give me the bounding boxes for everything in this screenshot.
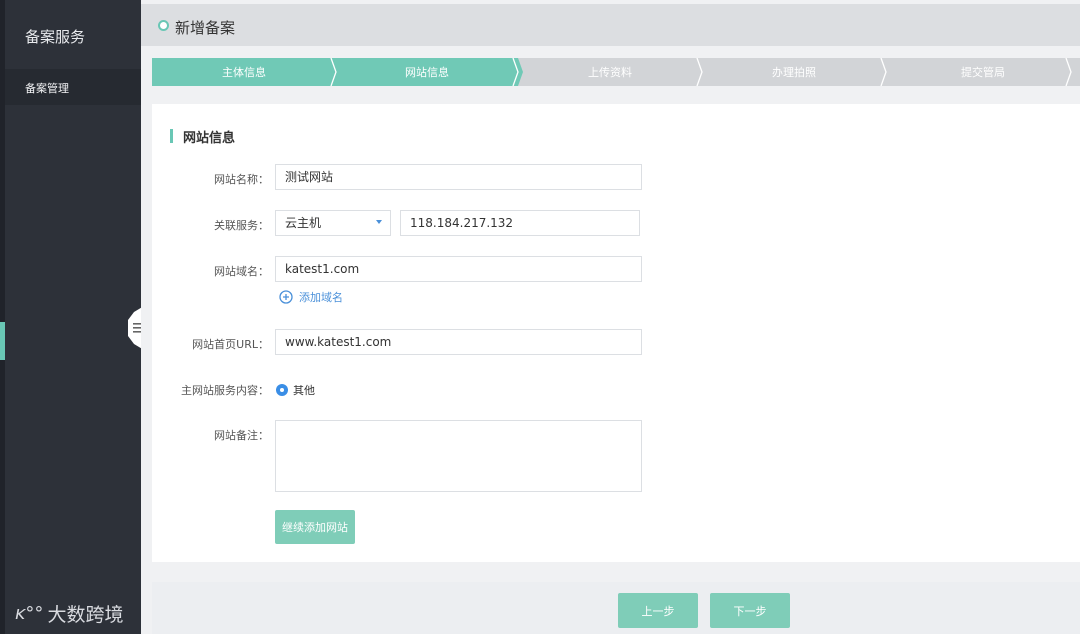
site-name-input[interactable]: 测试网站 <box>275 164 642 190</box>
step-submit[interactable]: 提交管局 <box>886 58 1080 86</box>
domain-input[interactable]: katest1.com <box>275 256 642 282</box>
watermark: ᴋ°° 大数跨境 <box>15 600 123 627</box>
step-separator-icon <box>880 58 887 86</box>
home-url-label: 网站首页URL： <box>192 338 269 351</box>
footer-bar: 上一步 下一步 <box>152 582 1080 634</box>
step-separator-icon <box>1065 58 1072 86</box>
content-label: 主网站服务内容： <box>181 384 269 397</box>
remark-label: 网站备注： <box>214 429 269 442</box>
service-type-select[interactable]: 云主机 <box>275 210 391 236</box>
step-subject-info[interactable]: 主体信息 <box>152 58 336 86</box>
add-domain-label: 添加域名 <box>299 291 343 304</box>
next-step-button[interactable]: 下一步 <box>710 593 790 628</box>
sidebar: 备案服务 备案管理 ᴋ°° 大数跨境 <box>5 0 141 634</box>
step-bar: 主体信息 网站信息 上传资料 办理拍照 提交管局 <box>152 58 1080 86</box>
section-title-text: 网站信息 <box>183 130 236 146</box>
main-content: 新增备案 主体信息 网站信息 上传资料 办理拍照 提交管局 网站信息 网站名称：… <box>141 0 1080 634</box>
page-header: 新增备案 <box>141 4 1080 46</box>
domain-label: 网站域名： <box>214 265 269 278</box>
step-upload-docs[interactable]: 上传资料 <box>518 58 702 86</box>
site-name-label: 网站名称： <box>214 173 269 186</box>
radio-selected-icon <box>276 384 288 396</box>
page-title: 新增备案 <box>175 19 236 37</box>
home-url-input[interactable]: www.katest1.com <box>275 329 642 355</box>
content-option-other[interactable]: 其他 <box>276 382 315 398</box>
add-domain-link[interactable]: 添加域名 <box>279 289 343 305</box>
section-title-bar <box>170 129 173 143</box>
add-more-site-button[interactable]: 继续添加网站 <box>275 510 355 544</box>
plus-circle-icon <box>279 290 293 304</box>
watermark-text: 大数跨境 <box>47 604 124 626</box>
remark-textarea[interactable] <box>275 420 642 492</box>
step-website-info[interactable]: 网站信息 <box>336 58 518 86</box>
step-separator-icon <box>511 58 523 86</box>
step-separator-icon <box>329 58 341 86</box>
sidebar-item-beian-management[interactable]: 备案管理 <box>5 69 141 105</box>
menu-icon <box>133 323 141 333</box>
form-panel: 网站信息 网站名称： 测试网站 关联服务： 云主机 118.184.217.13… <box>152 104 1080 562</box>
section-title: 网站信息 <box>170 128 236 146</box>
step-separator-icon <box>696 58 703 86</box>
caret-down-icon <box>376 220 382 224</box>
watermark-logo: ᴋ°° <box>15 603 44 624</box>
service-type-value: 云主机 <box>285 216 322 230</box>
sidebar-title: 备案服务 <box>25 28 86 46</box>
circle-icon <box>158 20 169 31</box>
service-ip-select[interactable]: 118.184.217.132 <box>400 210 640 236</box>
service-label: 关联服务： <box>214 219 269 232</box>
sidebar-item-label: 备案管理 <box>25 82 69 95</box>
step-photo[interactable]: 办理拍照 <box>702 58 886 86</box>
content-option-label: 其他 <box>293 384 315 397</box>
prev-step-button[interactable]: 上一步 <box>618 593 698 628</box>
